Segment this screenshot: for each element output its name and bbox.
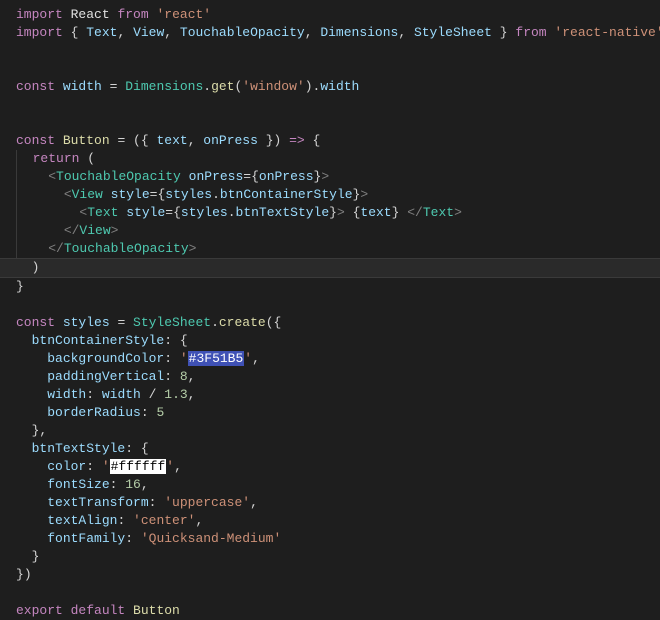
code-editor[interactable]: import React from 'react' import { Text,… bbox=[12, 6, 660, 620]
code-line[interactable]: btnContainerStyle: { bbox=[12, 332, 660, 350]
keyword-from: from bbox=[117, 7, 148, 22]
code-line[interactable]: fontFamily: 'Quicksand-Medium' bbox=[12, 530, 660, 548]
blank-line[interactable] bbox=[12, 584, 660, 602]
code-line[interactable]: <TouchableOpacity onPress={onPress}> bbox=[16, 168, 660, 186]
code-line[interactable]: btnTextStyle: { bbox=[12, 440, 660, 458]
blank-line[interactable] bbox=[12, 296, 660, 314]
code-line[interactable]: paddingVertical: 8, bbox=[12, 368, 660, 386]
blank-line[interactable] bbox=[12, 114, 660, 132]
code-line[interactable]: </TouchableOpacity> bbox=[16, 240, 660, 258]
string-literal: 'react' bbox=[156, 7, 211, 22]
jsx-tag: TouchableOpacity bbox=[56, 169, 181, 184]
blank-line[interactable] bbox=[12, 60, 660, 78]
code-line[interactable]: } bbox=[12, 278, 660, 296]
code-line[interactable]: const Button = ({ text, onPress }) => { bbox=[12, 132, 660, 150]
code-line[interactable]: width: width / 1.3, bbox=[12, 386, 660, 404]
identifier: React bbox=[71, 7, 110, 22]
code-line[interactable]: </View> bbox=[16, 222, 660, 240]
blank-line[interactable] bbox=[12, 96, 660, 114]
code-line[interactable]: color: '#ffffff', bbox=[12, 458, 660, 476]
keyword-import: import bbox=[16, 25, 63, 40]
code-line[interactable]: backgroundColor: '#3F51B5', bbox=[12, 350, 660, 368]
code-line[interactable]: textTransform: 'uppercase', bbox=[12, 494, 660, 512]
code-line[interactable]: const styles = StyleSheet.create({ bbox=[12, 314, 660, 332]
blank-line[interactable] bbox=[12, 42, 660, 60]
code-line[interactable]: return ( bbox=[16, 150, 660, 168]
code-line[interactable]: } bbox=[12, 548, 660, 566]
code-line[interactable]: import { Text, View, TouchableOpacity, D… bbox=[12, 24, 660, 42]
selection-highlight: #ffffff bbox=[110, 459, 167, 474]
cursor-line[interactable]: ) bbox=[0, 258, 660, 278]
code-line[interactable]: import React from 'react' bbox=[12, 6, 660, 24]
code-line[interactable]: }, bbox=[12, 422, 660, 440]
code-line[interactable]: <View style={styles.btnContainerStyle}> bbox=[16, 186, 660, 204]
code-line[interactable]: }) bbox=[12, 566, 660, 584]
code-line[interactable]: fontSize: 16, bbox=[12, 476, 660, 494]
code-line[interactable]: borderRadius: 5 bbox=[12, 404, 660, 422]
code-line[interactable]: const width = Dimensions.get('window').w… bbox=[12, 78, 660, 96]
code-line[interactable]: textAlign: 'center', bbox=[12, 512, 660, 530]
code-line[interactable]: <Text style={styles.btnTextStyle}> {text… bbox=[16, 204, 660, 222]
selection-highlight: #3F51B5 bbox=[188, 351, 245, 366]
keyword-import: import bbox=[16, 7, 63, 22]
code-line[interactable]: export default Button bbox=[12, 602, 660, 620]
